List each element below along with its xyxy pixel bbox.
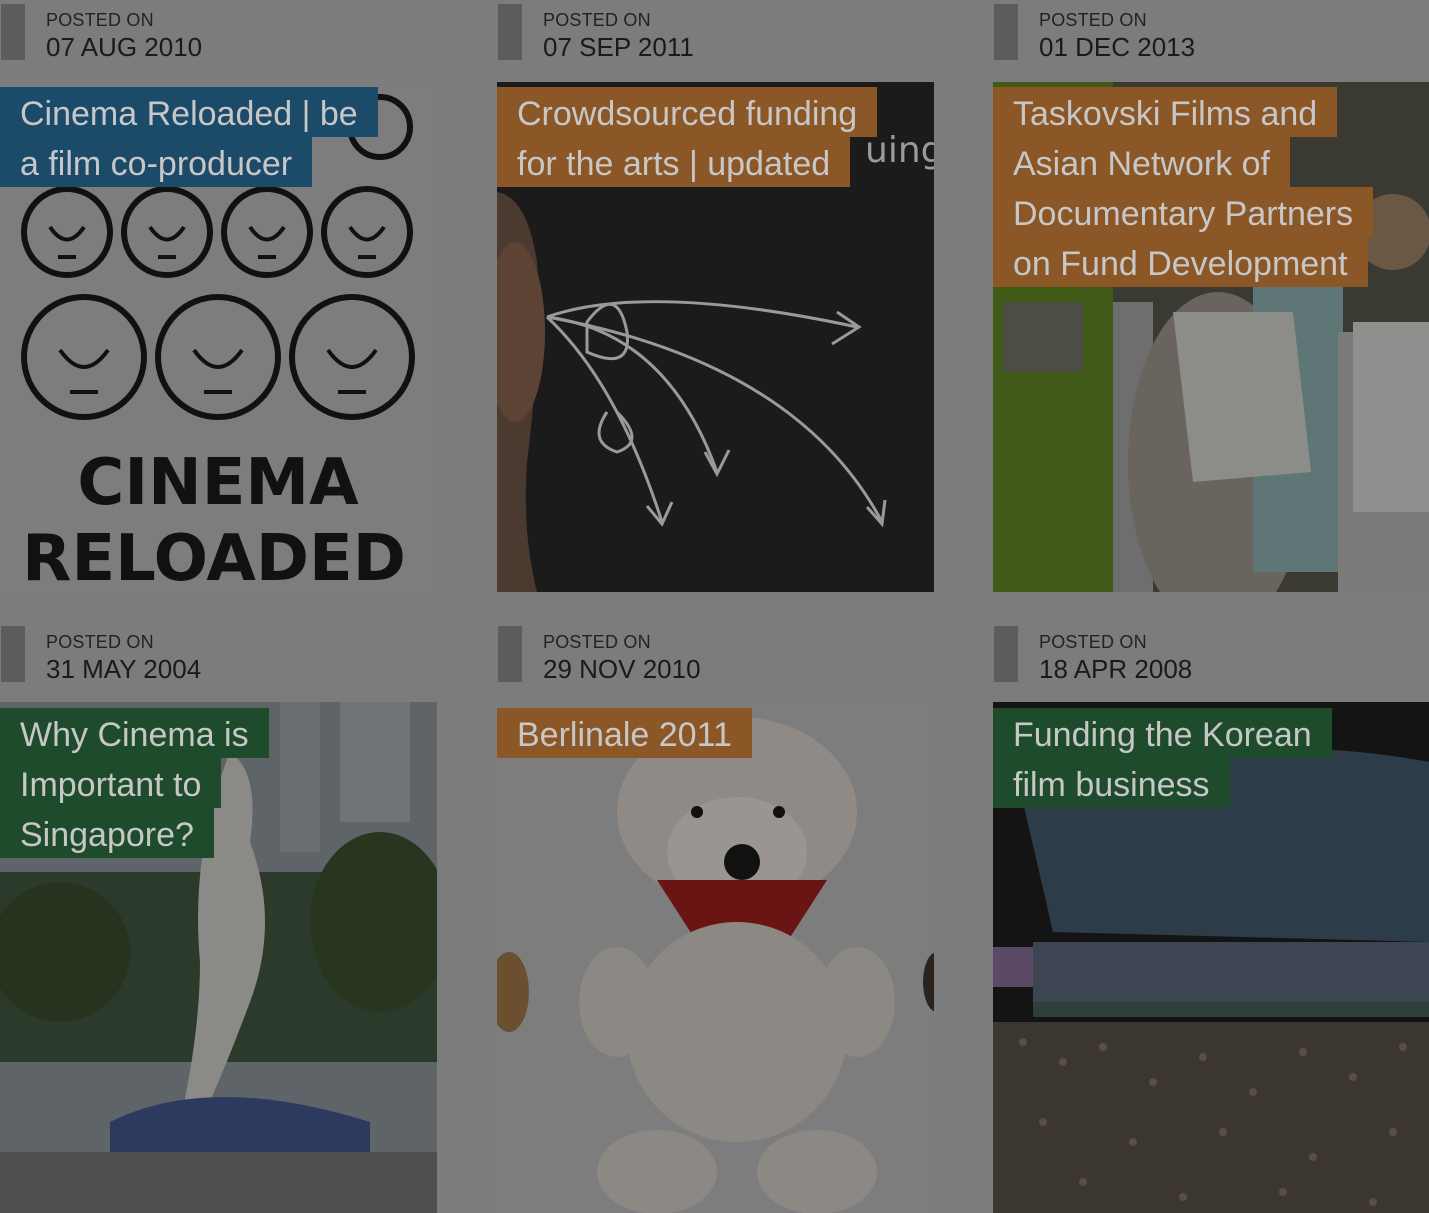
posted-on-label: POSTED ON	[1039, 632, 1147, 652]
post-title[interactable]: Berlinale 2011	[497, 708, 752, 758]
title-line: a film co-producer	[0, 137, 313, 187]
title-line: Singapore?	[0, 808, 214, 858]
date-marker	[498, 626, 522, 682]
post-card-taskovski-films[interactable]: POSTED ON 01 DEC 2013 Taskovski Films an…	[993, 0, 1429, 592]
post-title[interactable]: Why Cinema is Important to Singapore?	[0, 708, 269, 858]
post-meta: POSTED ON 29 NOV 2010	[497, 622, 934, 704]
post-date: 29 NOV 2010	[543, 654, 701, 684]
post-title[interactable]: Funding the Korean film business	[993, 708, 1332, 808]
post-card-why-cinema-singapore[interactable]: POSTED ON 31 MAY 2004 Why Cinema is Impo…	[0, 622, 437, 1213]
title-line: film business	[993, 758, 1230, 808]
posted-on-label: POSTED ON	[543, 10, 651, 30]
image-text-cinema: CINEMA	[77, 446, 359, 520]
post-date: 31 MAY 2004	[46, 654, 202, 684]
title-line: Asian Network of	[993, 137, 1290, 187]
date-marker	[498, 4, 522, 60]
posted-on-label: POSTED ON	[543, 632, 651, 652]
post-card-cinema-reloaded[interactable]: POSTED ON 07 AUG 2010 CINEMA RELOADED Ci…	[0, 0, 437, 592]
posted-on-label: POSTED ON	[1039, 10, 1147, 30]
title-line: Cinema Reloaded | be	[0, 87, 378, 137]
title-line: Documentary Partners	[993, 187, 1374, 237]
post-date: 07 AUG 2010	[46, 32, 203, 62]
title-line: Funding the Korean	[993, 708, 1332, 758]
date-marker	[994, 626, 1018, 682]
image-text-reloaded: RELOADED	[22, 522, 406, 592]
title-line: Berlinale 2011	[497, 708, 752, 758]
post-title[interactable]: Cinema Reloaded | be a film co-producer	[0, 87, 378, 187]
post-card-crowdsourced-funding[interactable]: POSTED ON 07 SEP 2011 uing Crowdsourced	[497, 0, 934, 592]
posted-on-label: POSTED ON	[46, 10, 154, 30]
date-marker	[1, 4, 25, 60]
title-line: Important to	[0, 758, 222, 808]
title-line: Taskovski Films and	[993, 87, 1338, 137]
post-card-berlinale-2011[interactable]: POSTED ON 29 NOV 2010 Berlinale 2011	[497, 622, 934, 1213]
post-date: 18 APR 2008	[1039, 654, 1193, 684]
post-date: 07 SEP 2011	[543, 32, 694, 62]
posted-on-label: POSTED ON	[46, 632, 154, 652]
post-meta: POSTED ON 01 DEC 2013	[993, 0, 1429, 82]
post-meta: POSTED ON 07 AUG 2010	[0, 0, 437, 82]
post-meta: POSTED ON 07 SEP 2011	[497, 0, 934, 82]
post-thumbnail[interactable]	[497, 702, 934, 1213]
title-line: Why Cinema is	[0, 708, 269, 758]
post-date: 01 DEC 2013	[1039, 32, 1196, 62]
date-marker	[1, 626, 25, 682]
post-title[interactable]: Taskovski Films and Asian Network of Doc…	[993, 87, 1374, 287]
post-meta: POSTED ON 18 APR 2008	[993, 622, 1429, 704]
title-line: Crowdsourced funding	[497, 87, 878, 137]
title-line: on Fund Development	[993, 237, 1368, 287]
post-card-korean-film-business[interactable]: POSTED ON 18 APR 2008 Funding the Korean	[993, 622, 1429, 1213]
post-meta: POSTED ON 31 MAY 2004	[0, 622, 437, 704]
post-title[interactable]: Crowdsourced funding for the arts | upda…	[497, 87, 878, 187]
date-marker	[994, 4, 1018, 60]
title-line: for the arts | updated	[497, 137, 851, 187]
